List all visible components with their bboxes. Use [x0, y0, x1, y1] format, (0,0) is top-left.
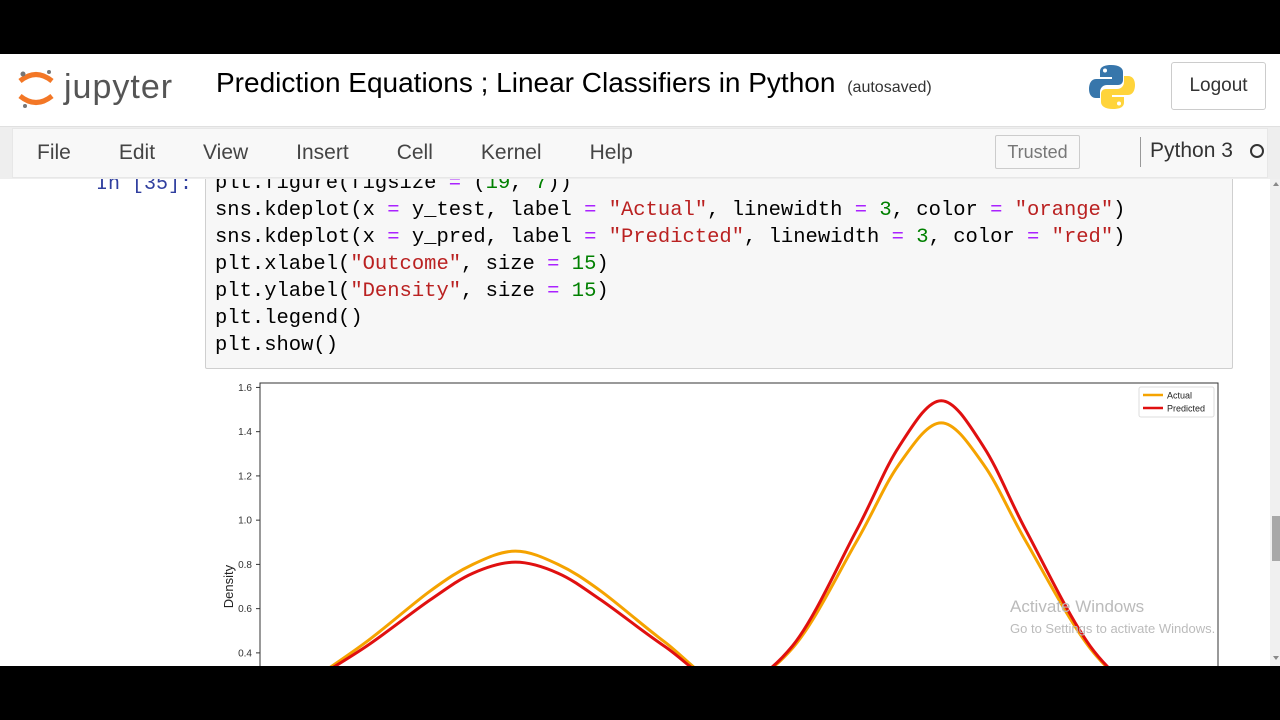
jupyter-logo[interactable]: jupyter [16, 66, 196, 110]
menu-bar: File Edit View Insert Cell Kernel Help T… [12, 128, 1268, 178]
kernel-separator [1140, 137, 1141, 167]
notebook-container[interactable]: In [35]: plt.figure(figsize = (19, 7)) s… [0, 179, 1270, 666]
kernel-idle-indicator-icon [1250, 144, 1264, 158]
y-tick-label-4: 0.8 [238, 560, 252, 571]
menu-view[interactable]: View [179, 141, 272, 165]
code-line-4: plt.xlabel("Outcome", size = 15) [215, 253, 609, 276]
y-axis-label: Density [221, 564, 236, 608]
y-tick-label-1: 1.4 [238, 427, 252, 438]
code-line-2: sns.kdeplot(x = y_test, label = "Actual"… [215, 199, 1126, 222]
menu-edit[interactable]: Edit [95, 141, 179, 165]
scroll-up-arrow-icon[interactable] [1273, 182, 1279, 186]
code-block[interactable]: plt.figure(figsize = (19, 7)) sns.kdeplo… [215, 179, 1125, 359]
code-line-1: plt.figure(figsize = (19, 7)) [215, 179, 572, 195]
trusted-badge[interactable]: Trusted [995, 135, 1080, 169]
menu-insert[interactable]: Insert [272, 141, 373, 165]
code-line-5: plt.ylabel("Density", size = 15) [215, 280, 609, 303]
logout-button[interactable]: Logout [1171, 62, 1266, 110]
code-line-7: plt.show() [215, 334, 339, 357]
header-bar: jupyter Prediction Equations ; Linear Cl… [0, 54, 1280, 127]
jupyter-notebook-app: jupyter Prediction Equations ; Linear Cl… [0, 54, 1280, 666]
y-tick-label-2: 1.2 [238, 471, 252, 482]
activate-windows-subtitle: Go to Settings to activate Windows. [1010, 621, 1216, 636]
jupyter-logo-text: jupyter [64, 68, 174, 106]
cell-prompt: In [35]: [96, 179, 193, 196]
y-tick-label-5: 0.6 [238, 604, 252, 615]
legend-label-predicted: Predicted [1167, 404, 1205, 414]
letterbox-top [0, 0, 1280, 54]
notebook-title[interactable]: Prediction Equations ; Linear Classifier… [216, 67, 835, 98]
activate-windows-title: Activate Windows [1010, 597, 1145, 616]
menu-file[interactable]: File [13, 141, 95, 165]
menu-help[interactable]: Help [566, 141, 657, 165]
y-tick-label-6: 0.4 [238, 648, 252, 659]
code-cell-input[interactable]: plt.figure(figsize = (19, 7)) sns.kdeplo… [205, 179, 1233, 369]
y-tick-label-3: 1.0 [238, 516, 252, 527]
scrollbar-track[interactable] [1270, 179, 1280, 666]
y-tick-label-0: 1.6 [238, 383, 252, 394]
legend-label-actual: Actual [1167, 391, 1192, 401]
menu-cell[interactable]: Cell [373, 141, 457, 165]
kernel-name[interactable]: Python 3 [1150, 139, 1233, 163]
autosave-status: (autosaved) [847, 79, 932, 96]
notebook-title-area[interactable]: Prediction Equations ; Linear Classifier… [216, 67, 932, 99]
code-line-6: plt.legend() [215, 307, 363, 330]
python-logo-icon [1089, 65, 1135, 109]
code-line-3: sns.kdeplot(x = y_pred, label = "Predict… [215, 226, 1126, 249]
scrollbar-thumb[interactable] [1272, 516, 1280, 561]
menu-kernel[interactable]: Kernel [457, 141, 566, 165]
jupyter-logo-icon [18, 70, 54, 108]
letterbox-bottom [0, 666, 1280, 720]
scroll-down-arrow-icon[interactable] [1273, 656, 1279, 660]
